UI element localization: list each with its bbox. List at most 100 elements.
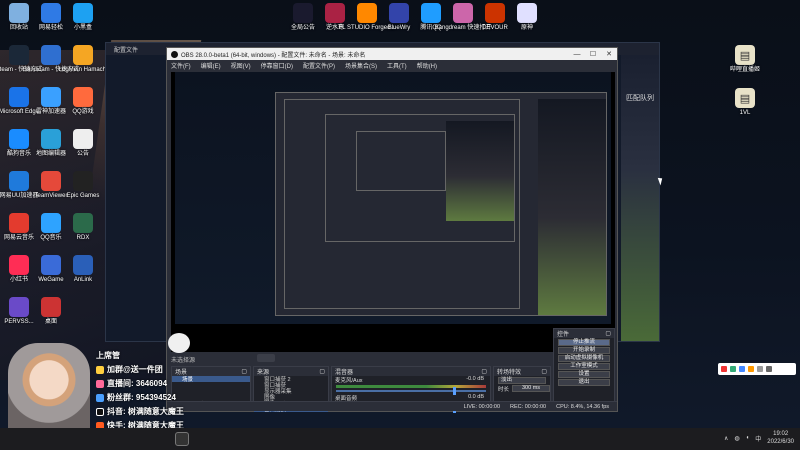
dock-float-icon[interactable]: ▢	[541, 368, 547, 375]
settings-button[interactable]: 设置	[558, 371, 610, 378]
obs-preview[interactable]	[171, 72, 615, 352]
ime-keyboard-icon[interactable]	[757, 366, 763, 372]
desktop-icon[interactable]: 地图编辑器	[34, 129, 68, 158]
audio-meter	[336, 385, 486, 388]
obs-menu-item[interactable]: 视图(V)	[231, 61, 251, 70]
ime-toolbar[interactable]	[718, 363, 796, 375]
obs-statusbar: LIVE: 00:00:00 REC: 00:00:00 CPU: 8.4%, …	[167, 401, 617, 411]
app-icon	[73, 45, 93, 65]
studio-mode-button[interactable]: 工作室模式	[558, 363, 610, 370]
tray-ime-icon[interactable]: 中	[755, 434, 761, 443]
source-properties-button[interactable]	[257, 354, 275, 362]
obs-menu-item[interactable]: 文件(F)	[171, 61, 191, 70]
desktop-icon[interactable]: 网易轻松	[34, 3, 68, 32]
file-icon: ▤	[735, 45, 755, 65]
tray-network-icon[interactable]: ◍	[734, 435, 739, 442]
maximize-icon[interactable]: ☐	[585, 50, 601, 58]
obs-menu-item[interactable]: 场景集合(S)	[345, 61, 377, 70]
desktop-icon[interactable]: 桌面	[34, 297, 68, 326]
desktop-icon[interactable]: QQ游戏	[66, 87, 100, 116]
desktop-icon[interactable]: RDX	[66, 213, 100, 242]
tray-chevron-icon[interactable]: ∧	[724, 435, 728, 442]
preview-nested-obs-3	[356, 131, 446, 191]
desktop-icon[interactable]: 酷狗音乐	[2, 129, 36, 158]
ime-punct-icon[interactable]	[739, 366, 745, 372]
tray-volume-icon[interactable]: ◖	[746, 435, 750, 441]
dock-float-icon[interactable]: ▢	[241, 368, 247, 375]
douyin-icon	[96, 407, 104, 416]
app-icon	[73, 129, 93, 149]
desktop: 回收站 网易轻松 小黑盒 Steam - 快捷方式 Bandicam - 快捷方式 Log…	[0, 0, 800, 450]
desktop-icon[interactable]: QQ音乐	[34, 213, 68, 242]
live-room-icon	[96, 379, 104, 388]
ime-settings-icon[interactable]	[766, 366, 772, 372]
obs-menu-item[interactable]: 编辑(E)	[201, 61, 221, 70]
cpu-status: CPU: 8.4%, 14.36 fps	[556, 403, 609, 410]
taskbar-clock[interactable]: 19:02 2022/6/30	[767, 430, 794, 446]
desktop-icon[interactable]: PERVSS...	[2, 297, 36, 326]
transition-type-select[interactable]: 淡出	[498, 377, 546, 384]
desktop-icon[interactable]: FL STUDIO Forged...	[339, 3, 395, 32]
desktop-icon[interactable]: 原神	[510, 3, 544, 32]
desktop-icon[interactable]: 公告	[66, 129, 100, 158]
transition-duration-input[interactable]: 300 ms	[512, 385, 550, 392]
volume-slider-handle[interactable]	[453, 387, 456, 395]
stop-streaming-button[interactable]: 停止推流	[558, 339, 610, 346]
desktop-icon[interactable]: Bangdream 快速打开	[435, 3, 491, 32]
taskbar: ∧ ◍ ◖ 中 19:02 2022/6/30	[0, 428, 800, 450]
desktop-icon[interactable]: DEVOUR	[478, 3, 512, 32]
fan-group-icon	[96, 393, 104, 402]
app-icon	[389, 3, 409, 23]
desktop-icon[interactable]: Epic Games	[66, 171, 100, 200]
clock-date: 2022/6/30	[767, 439, 794, 445]
app-icon	[9, 171, 29, 191]
app-icon	[41, 129, 61, 149]
preview-nested-obs-2	[325, 114, 515, 242]
minimize-icon[interactable]: —	[569, 51, 585, 58]
desktop-icon[interactable]: 回收站	[2, 3, 36, 32]
start-virtual-camera-button[interactable]: 启动虚拟摄像机	[558, 355, 610, 362]
dock-float-icon[interactable]: ▢	[605, 330, 611, 337]
ime-emoji-icon[interactable]	[748, 366, 754, 372]
desktop-icon[interactable]: TeamViewer	[34, 171, 68, 200]
desktop-icon[interactable]: 小黑盒	[66, 3, 100, 32]
volume-slider[interactable]	[336, 387, 486, 395]
app-icon	[73, 3, 93, 23]
desktop-icon-bilibili-live[interactable]: ▤ 哔哩直播姬	[728, 45, 762, 74]
obs-menu-item[interactable]: 停靠窗口(D)	[261, 61, 293, 70]
close-icon[interactable]: ✕	[601, 50, 617, 58]
exit-button[interactable]: 退出	[558, 379, 610, 386]
ime-logo-icon[interactable]	[721, 366, 727, 372]
desktop-icon[interactable]: LogMeIn Hamachi	[59, 45, 107, 74]
app-icon	[9, 129, 29, 149]
desktop-icon[interactable]: 网易UU加速器	[0, 171, 38, 200]
app-icon	[453, 3, 473, 23]
file-icon: ▤	[735, 88, 755, 108]
desktop-icon-1vl[interactable]: ▤ 1VL	[728, 88, 762, 117]
obs-titlebar[interactable]: OBS 28.0.0-beta1 (64-bit, windows) - 配置文…	[167, 48, 617, 60]
desktop-icon[interactable]: BlueWry	[382, 3, 416, 32]
desktop-icon[interactable]: 网易云音乐	[2, 213, 36, 242]
start-recording-button[interactable]: 开始录制	[558, 347, 610, 354]
desktop-icon[interactable]: WeGame	[34, 255, 68, 284]
desktop-icon[interactable]: 雷神加速器	[34, 87, 68, 116]
desktop-icon[interactable]: Microsoft Edge	[0, 87, 39, 116]
preview-nested-scene-2	[446, 121, 514, 221]
obs-window-title: OBS 28.0.0-beta1 (64-bit, windows) - 配置文…	[181, 52, 366, 59]
desktop-icon[interactable]: AnLink	[66, 255, 100, 284]
obs-menu-item[interactable]: 工具(T)	[387, 61, 407, 70]
app-icon	[73, 255, 93, 275]
obs-window[interactable]: OBS 28.0.0-beta1 (64-bit, windows) - 配置文…	[166, 47, 618, 413]
app-icon	[41, 255, 61, 275]
app-icon	[73, 171, 93, 191]
obs-menu-item[interactable]: 配置文件(P)	[303, 61, 335, 70]
dock-float-icon[interactable]: ▢	[481, 368, 487, 375]
desktop-icon[interactable]: 小红书	[2, 255, 36, 284]
obs-menu-item[interactable]: 帮助(H)	[417, 61, 437, 70]
ime-mode-icon[interactable]	[730, 366, 736, 372]
app-icon	[9, 213, 29, 233]
desktop-icon[interactable]: 全局公告	[286, 3, 320, 32]
overlay-line: 直播间: 3646094	[96, 378, 167, 389]
dock-float-icon[interactable]: ▢	[319, 368, 325, 375]
taskbar-obs-icon[interactable]	[175, 432, 189, 446]
